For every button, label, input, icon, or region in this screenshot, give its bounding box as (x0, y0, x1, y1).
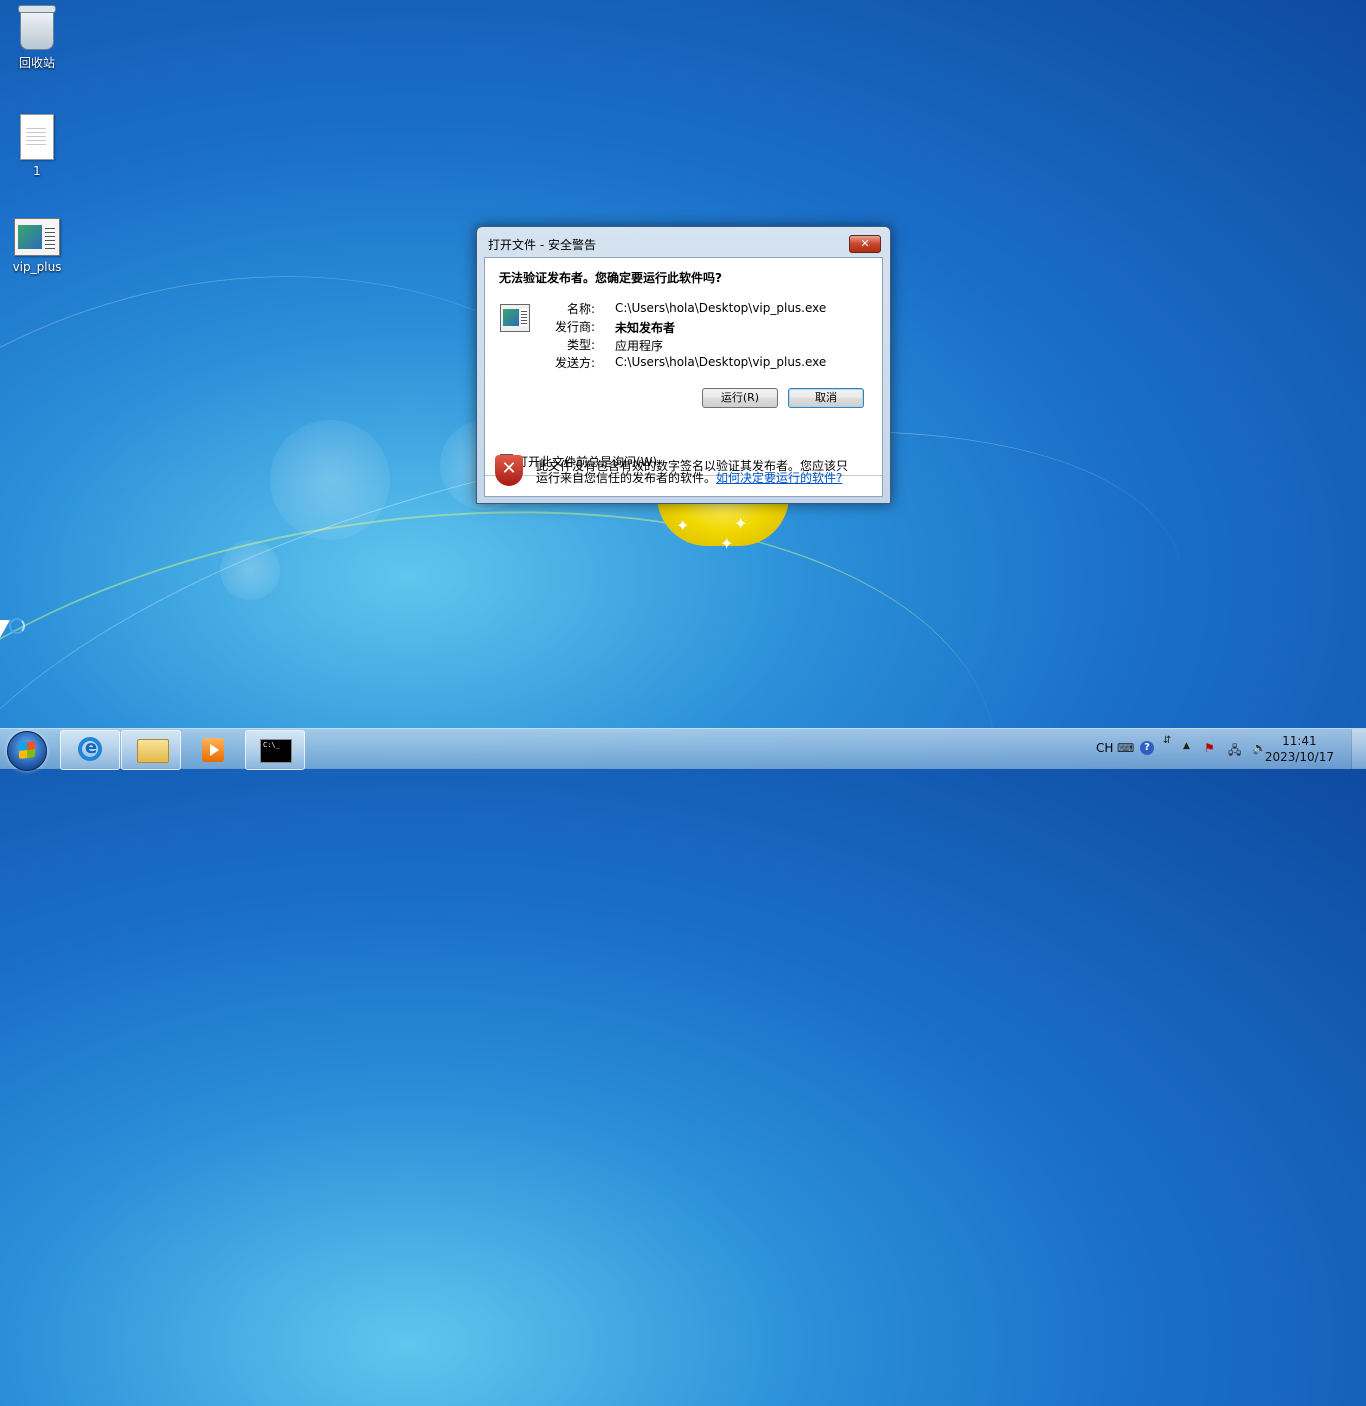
taskbar-button-file-explorer[interactable] (121, 730, 181, 770)
property-key: 类型: (566, 338, 595, 352)
desktop-icon-label: 回收站 (18, 56, 55, 70)
desktop-icon-label: 1 (33, 164, 41, 178)
property-key: 名称: (566, 302, 595, 316)
shield-error-icon: ✕ (495, 455, 523, 486)
wallpaper-sparkle: ✦ (734, 514, 748, 533)
network-icon[interactable]: 🖧 (1228, 741, 1241, 762)
dialog-title: 打开文件 - 安全警告 (488, 238, 596, 252)
taskbar: C:\_ CH ⌨ ? ⇵ ▲ ⚑ 🖧 🔈 11:41 2023/10/17 (0, 728, 1366, 771)
keyboard-icon[interactable]: ⌨ (1117, 741, 1134, 755)
language-indicator[interactable]: CH (1096, 741, 1113, 755)
system-clock[interactable]: 11:41 2023/10/17 (1265, 733, 1334, 765)
desktop-icon-vip-plus[interactable]: vip_plus (1, 218, 73, 274)
wallpaper-sparkle: ✦ (676, 516, 690, 535)
help-link[interactable]: 如何决定要运行的软件? (716, 471, 842, 485)
dialog-question: 无法验证发布者。您确定要运行此软件吗? (499, 271, 722, 285)
warning-message: 此文件没有包含有效的数字签名以验证其发布者。您应该只运行来自您信任的发布者的软件… (536, 460, 856, 484)
recycle-bin-icon (18, 5, 56, 50)
property-value: C:\Users\hola\Desktop\vip_plus.exe (615, 301, 827, 315)
show-hidden-icons-chevron-icon[interactable]: ▲ (1183, 741, 1190, 751)
command-prompt-icon: C:\_ (260, 739, 292, 763)
ime-options-icon[interactable]: ⇵ (1163, 735, 1171, 746)
close-icon: ✕ (860, 237, 870, 250)
wallpaper-sparkle: ✦ (720, 534, 734, 553)
property-value: 应用程序 (615, 339, 664, 353)
desktop-icon-recycle-bin[interactable]: 回收站 (1, 5, 73, 71)
clock-time: 11:41 (1282, 734, 1317, 748)
taskbar-button-media-player[interactable] (183, 730, 243, 770)
property-value: 未知发布者 (615, 321, 676, 335)
property-key: 发送方: (554, 356, 595, 370)
internet-explorer-icon (78, 737, 102, 761)
show-desktop-button[interactable] (1351, 729, 1366, 769)
wallpaper-glow (220, 540, 280, 600)
run-button[interactable]: 运行(R) (702, 388, 778, 408)
desktop-icon-file-1[interactable]: 1 (1, 114, 73, 178)
text-document-icon (20, 114, 54, 160)
start-button[interactable] (7, 731, 47, 771)
cancel-button[interactable]: 取消 (788, 388, 864, 408)
security-warning-dialog: 打开文件 - 安全警告 ✕ 无法验证发布者。您确定要运行此软件吗? 名称: C:… (476, 226, 891, 504)
media-player-icon (202, 738, 224, 762)
wallpaper-streak (0, 439, 1037, 1203)
clock-date: 2023/10/17 (1264, 750, 1334, 764)
desktop-icon-label: vip_plus (12, 260, 62, 274)
help-icon[interactable]: ? (1140, 741, 1154, 755)
property-value: C:\Users\hola\Desktop\vip_plus.exe (615, 355, 827, 369)
property-key: 发行商: (554, 320, 595, 334)
exe-file-icon (14, 218, 60, 256)
taskbar-button-internet-explorer[interactable] (60, 730, 120, 770)
action-center-flag-icon[interactable]: ⚑ (1204, 741, 1215, 755)
file-explorer-icon (137, 739, 169, 763)
close-button[interactable]: ✕ (849, 235, 881, 253)
busy-spinner-icon (9, 618, 25, 634)
dialog-titlebar[interactable]: 打开文件 - 安全警告 ✕ (477, 227, 890, 257)
wallpaper-glow (270, 420, 390, 540)
taskbar-button-command-prompt[interactable]: C:\_ (245, 730, 305, 770)
